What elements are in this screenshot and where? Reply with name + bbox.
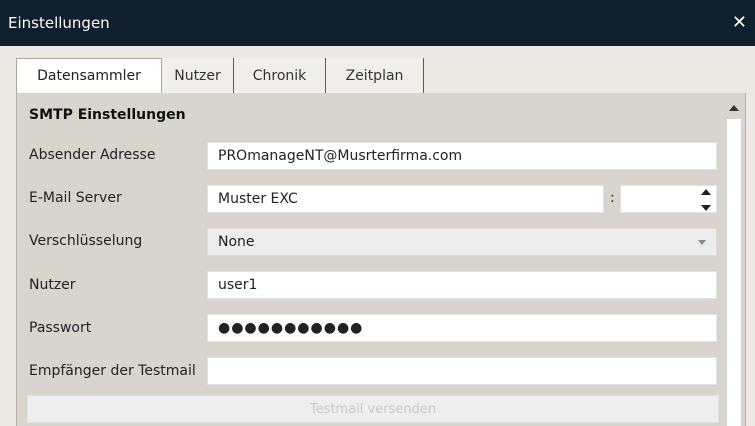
server-label: E-Mail Server bbox=[29, 190, 122, 206]
scroll-thumb[interactable] bbox=[727, 119, 741, 426]
port-spinner bbox=[700, 189, 712, 211]
window-title: Einstellungen bbox=[8, 14, 110, 32]
password-label: Passwort bbox=[29, 320, 92, 336]
encryption-select[interactable]: None bbox=[207, 228, 717, 256]
tab-zeitplan[interactable]: Zeitplan bbox=[326, 58, 424, 93]
close-icon[interactable]: ✕ bbox=[732, 14, 747, 32]
encryption-label: Verschlüsselung bbox=[29, 233, 143, 249]
encryption-value: None bbox=[218, 234, 255, 250]
port-stepper[interactable] bbox=[620, 185, 717, 213]
window-titlebar: Einstellungen ✕ bbox=[0, 0, 755, 46]
chevron-down-icon bbox=[698, 239, 706, 245]
recipient-field[interactable] bbox=[207, 357, 717, 385]
mail-server-field[interactable]: Muster EXC bbox=[207, 185, 604, 213]
user-field[interactable]: user1 bbox=[207, 271, 717, 299]
tab-datensammler[interactable]: Datensammler bbox=[16, 58, 162, 93]
vertical-scrollbar[interactable] bbox=[723, 93, 745, 426]
password-field[interactable]: ●●●●●●●●●●● bbox=[207, 314, 717, 342]
spinner-down-icon[interactable] bbox=[701, 205, 711, 211]
port-separator: : bbox=[610, 190, 615, 206]
section-title: SMTP Einstellungen bbox=[29, 107, 186, 123]
sender-address-field[interactable]: PROmanageNT@Musrterfirma.com bbox=[207, 142, 717, 170]
tab-nutzer[interactable]: Nutzer bbox=[162, 58, 234, 93]
send-testmail-button[interactable]: Testmail versenden bbox=[27, 395, 719, 423]
user-label: Nutzer bbox=[29, 277, 76, 293]
tab-chronik[interactable]: Chronik bbox=[234, 58, 326, 93]
spinner-up-icon[interactable] bbox=[701, 189, 711, 195]
sender-label: Absender Adresse bbox=[29, 147, 156, 163]
settings-panel: SMTP Einstellungen Absender Adresse PROm… bbox=[16, 93, 746, 426]
recipient-label: Empfänger der Testmail bbox=[29, 363, 196, 379]
scroll-up-icon[interactable] bbox=[729, 105, 739, 111]
password-mask: ●●●●●●●●●●● bbox=[218, 320, 364, 336]
tab-bar: Datensammler Nutzer Chronik Zeitplan bbox=[16, 58, 424, 93]
